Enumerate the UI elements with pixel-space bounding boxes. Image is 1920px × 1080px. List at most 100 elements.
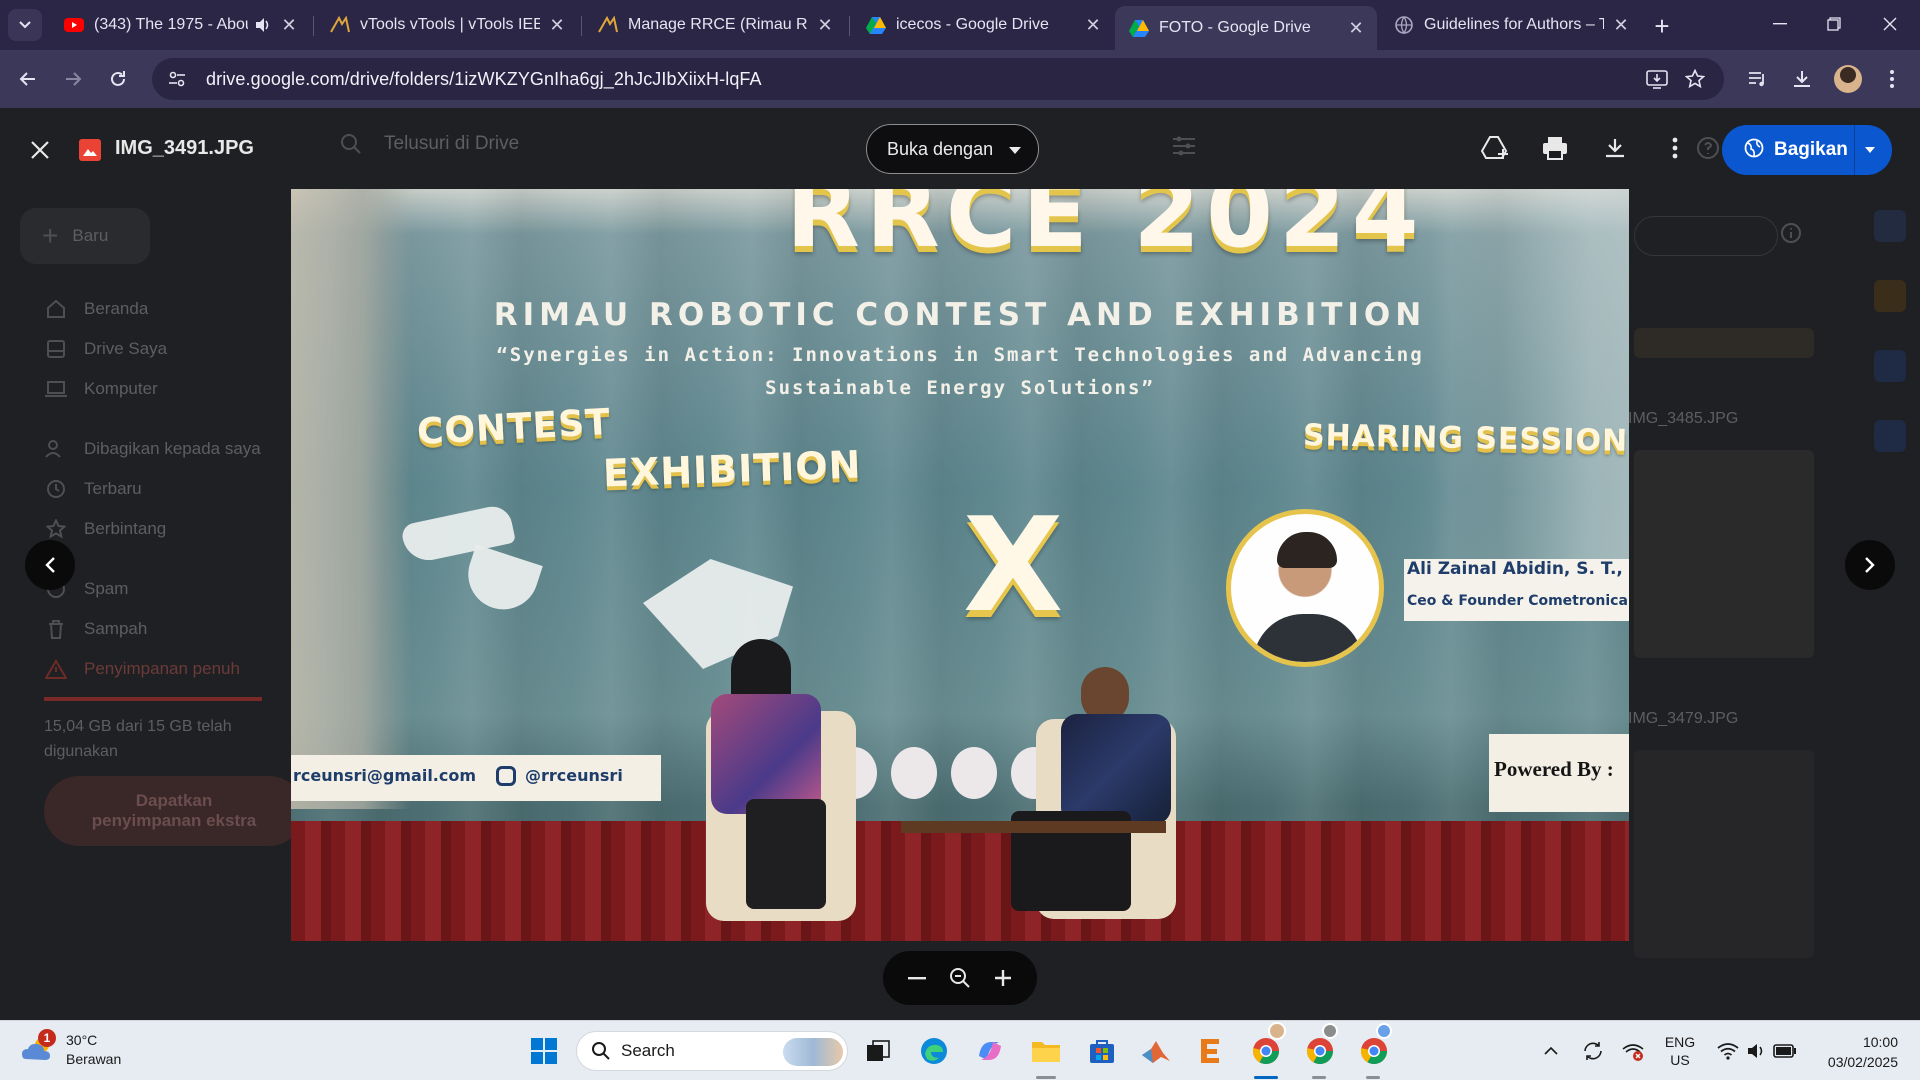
- start-button[interactable]: [526, 1033, 562, 1069]
- side-panel-calendar-icon: [1874, 210, 1906, 242]
- zoom-in-button[interactable]: [985, 960, 1021, 996]
- close-icon[interactable]: ✕: [814, 14, 836, 36]
- volume-tray-icon[interactable]: [1742, 1021, 1770, 1080]
- avatar: [1376, 1023, 1392, 1039]
- storage-text: 15,04 GB dari 15 GB telah digunakan: [44, 718, 232, 760]
- caret-down-icon[interactable]: [1864, 139, 1876, 166]
- open-with-button[interactable]: Buka dengan: [866, 124, 1039, 174]
- plus-icon: +: [42, 220, 59, 251]
- install-app-icon[interactable]: [1640, 58, 1674, 100]
- sidebar-item-storage-full: Penyimpanan penuh: [44, 657, 240, 681]
- reload-button[interactable]: [100, 61, 136, 97]
- restore-button[interactable]: [1806, 0, 1862, 48]
- tab-search-button[interactable]: [8, 9, 42, 41]
- back-button[interactable]: [10, 61, 46, 97]
- battery-tray-icon[interactable]: [1770, 1021, 1800, 1080]
- event-tagline-line1: “Synergies in Action: Innovations in Sma…: [496, 344, 1424, 366]
- upgrade-label: Dapatkan penyimpanan ekstra: [91, 791, 257, 830]
- chrome-icon: [1360, 1038, 1388, 1065]
- arrow-left-icon: [19, 72, 35, 86]
- reload-icon: [111, 71, 125, 86]
- profile-button[interactable]: [1830, 61, 1866, 97]
- view-toggle: [1634, 216, 1778, 256]
- tab-vtools[interactable]: vTools vTools | vTools IEEE ✕: [316, 6, 578, 44]
- close-window-button[interactable]: [1862, 0, 1918, 48]
- bookmark-star-icon[interactable]: [1678, 58, 1712, 100]
- event-title: RRCE 2024: [786, 189, 1425, 269]
- thumbnail: [1634, 450, 1814, 658]
- download-icon: [1606, 139, 1624, 158]
- close-icon[interactable]: ✕: [1610, 14, 1632, 36]
- sidebar-item-trash: Sampah: [44, 617, 147, 641]
- sidebar-item-computers: Komputer: [44, 377, 158, 401]
- sidebar-item-shared: Dibagikan kepada saya: [44, 437, 261, 461]
- share-button[interactable]: Bagikan: [1722, 125, 1892, 175]
- speaker-woman-body: [711, 694, 821, 814]
- edge-app[interactable]: [916, 1033, 952, 1069]
- copilot-app[interactable]: [972, 1033, 1008, 1069]
- downloads-button[interactable]: [1784, 61, 1820, 97]
- stage-skirt: [291, 821, 1629, 941]
- magnifier-icon: [949, 968, 970, 988]
- address-bar[interactable]: drive.google.com/drive/folders/1izWKZYGn…: [152, 58, 1724, 100]
- image-preview[interactable]: RRCE 2024 RIMAU ROBOTIC CONTEST AND EXHI…: [291, 189, 1629, 941]
- close-viewer-button[interactable]: [24, 134, 56, 166]
- epic-app[interactable]: [1192, 1033, 1228, 1069]
- file-explorer-app[interactable]: [1028, 1033, 1064, 1069]
- close-icon[interactable]: ✕: [1345, 17, 1367, 39]
- new-tab-button[interactable]: +: [1648, 11, 1676, 41]
- sync-tray-icon[interactable]: [1578, 1021, 1608, 1080]
- wifi-tray-icon[interactable]: [1714, 1021, 1742, 1080]
- download-button[interactable]: [1597, 130, 1633, 166]
- avatar: [1834, 65, 1862, 93]
- zoom-out-button[interactable]: [899, 960, 935, 996]
- sidebar-item-my-drive: Drive Saya: [44, 337, 167, 361]
- globe-icon: [1744, 138, 1764, 163]
- next-image-button[interactable]: [1845, 540, 1895, 590]
- site-info-icon[interactable]: [162, 64, 192, 94]
- google-drive-icon: [1129, 18, 1149, 38]
- close-icon[interactable]: ✕: [546, 14, 568, 36]
- minimize-button[interactable]: [1752, 0, 1808, 48]
- arrow-right-icon: [66, 72, 82, 86]
- previous-image-button[interactable]: [25, 540, 75, 590]
- browser-menu-button[interactable]: [1874, 61, 1910, 97]
- browser-tab-bar: (343) The 1975 - About You ✕ vTools vToo…: [0, 0, 1920, 50]
- sync-icon: [1584, 1042, 1602, 1060]
- youtube-icon: [64, 15, 84, 35]
- tab-icecos-drive[interactable]: icecos - Google Drive ✕: [852, 6, 1114, 44]
- tray-overflow-button[interactable]: [1536, 1021, 1566, 1080]
- add-to-drive-button[interactable]: [1477, 130, 1513, 166]
- tab-guidelines[interactable]: Guidelines for Authors – Th ✕: [1380, 6, 1642, 44]
- system-clock[interactable]: 10:00 03/02/2025: [1812, 1032, 1898, 1072]
- language-indicator[interactable]: ENG US: [1660, 1021, 1700, 1080]
- tab-youtube[interactable]: (343) The 1975 - About You ✕: [50, 6, 310, 44]
- zoom-reset-button[interactable]: [942, 960, 978, 996]
- store-app[interactable]: [1084, 1033, 1120, 1069]
- share-label: Bagikan: [1774, 139, 1848, 160]
- taskbar-search[interactable]: Search: [576, 1031, 848, 1071]
- chevron-left-icon: [45, 557, 55, 573]
- sponsor-logo: [891, 747, 937, 799]
- tab-separator: [581, 16, 582, 36]
- security-tray-icon[interactable]: [1618, 1021, 1648, 1080]
- close-icon[interactable]: ✕: [278, 14, 300, 36]
- media-control-button[interactable]: [1740, 61, 1776, 97]
- more-actions-button[interactable]: [1657, 130, 1693, 166]
- url-text: drive.google.com/drive/folders/1izWKZYGn…: [206, 68, 762, 89]
- storage-meter-fill: [44, 697, 262, 701]
- sidebar-item-home: Beranda: [44, 297, 148, 321]
- matlab-app[interactable]: [1138, 1033, 1174, 1069]
- speaker-icon[interactable]: [254, 17, 272, 33]
- forward-button[interactable]: [55, 61, 91, 97]
- close-icon[interactable]: ✕: [1082, 14, 1104, 36]
- side-panel-keep-icon: [1874, 280, 1906, 312]
- tab-foto-drive[interactable]: FOTO - Google Drive ✕: [1115, 6, 1377, 50]
- tab-manage-rrce[interactable]: Manage RRCE (Rimau Robotic ✕: [584, 6, 846, 44]
- print-button[interactable]: [1537, 130, 1573, 166]
- task-view-button[interactable]: [860, 1033, 896, 1069]
- weather-widget[interactable]: 30°C Berawan: [20, 1031, 121, 1069]
- coffee-table: [901, 821, 1166, 833]
- speaker-role: Ceo & Founder Cometronica: [1407, 593, 1628, 609]
- get-more-storage-button: Dapatkan penyimpanan ekstra: [44, 776, 304, 846]
